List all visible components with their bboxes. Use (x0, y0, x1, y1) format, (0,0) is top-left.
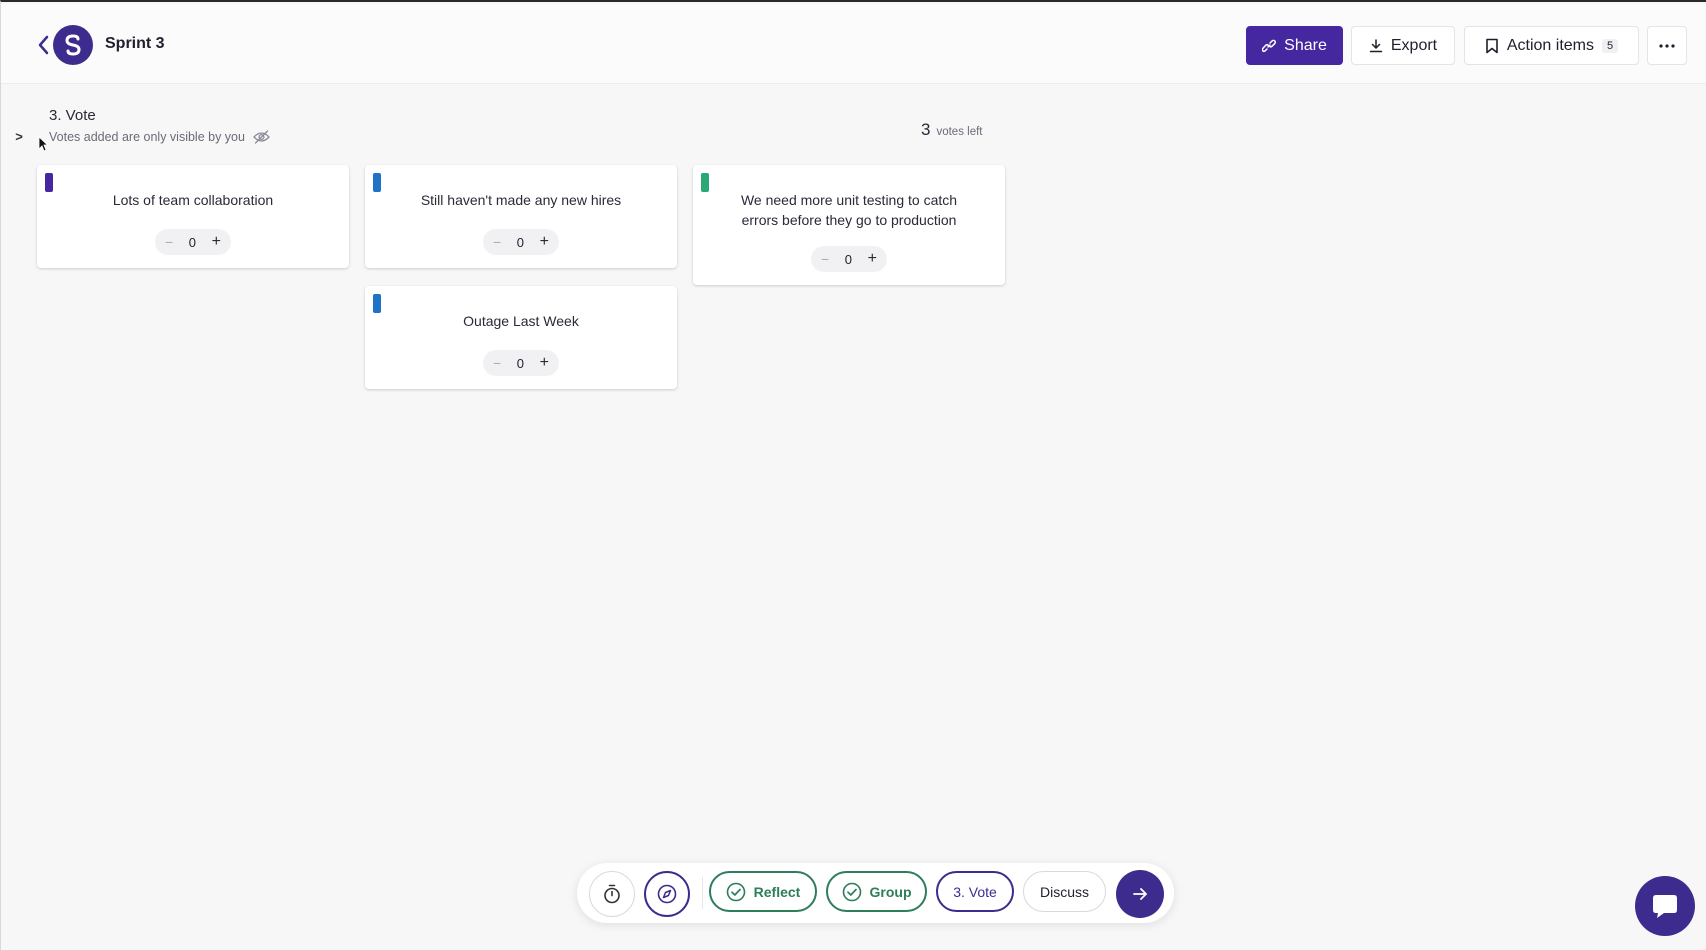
step-title: 3. Vote (49, 107, 96, 124)
share-button[interactable]: Share (1246, 26, 1343, 65)
vote-decrement-button[interactable]: − (821, 251, 829, 267)
stage-reflect-button[interactable]: Reflect (709, 871, 817, 912)
action-items-button[interactable]: Action items 5 (1464, 26, 1639, 65)
votes-left-count: 3 (921, 120, 931, 139)
board-title: Sprint 3 (105, 35, 165, 52)
action-items-count-badge: 5 (1602, 38, 1619, 53)
toolbar-divider (702, 877, 703, 909)
vote-stepper: − 0 + (483, 350, 559, 376)
mouse-cursor-icon (38, 136, 48, 152)
stage-discuss-label: Discuss (1039, 883, 1089, 900)
compass-button[interactable] (644, 871, 690, 917)
vote-increment-button[interactable]: + (540, 233, 549, 251)
card-text: Lots of team collaboration (112, 192, 274, 208)
vote-count: 0 (516, 355, 525, 371)
app-window: Sprint 3 Share Export Action items 5 > 3… (0, 0, 1706, 950)
vote-increment-button[interactable]: + (212, 233, 221, 251)
card-color-stripe (701, 173, 709, 192)
eye-off-icon (253, 130, 270, 144)
stage-group-button[interactable]: Group (826, 871, 927, 912)
vote-count: 0 (188, 234, 197, 250)
top-bar: Sprint 3 Share Export Action items 5 (1, 4, 1706, 84)
card-color-stripe (373, 294, 381, 313)
card-color-stripe (373, 173, 381, 192)
bookmark-icon (1486, 38, 1498, 53)
back-button[interactable] (33, 32, 53, 58)
vote-stepper: − 0 + (811, 246, 887, 272)
check-circle-icon (842, 882, 861, 901)
next-stage-button[interactable] (1116, 870, 1164, 918)
retro-card: Lots of team collaboration − 0 + (37, 165, 349, 268)
votes-left-indicator: 3 votes left (921, 120, 983, 140)
vote-increment-button[interactable]: + (540, 354, 549, 372)
step-subtitle: Votes added are only visible by you (49, 130, 270, 144)
export-button[interactable]: Export (1351, 26, 1455, 65)
more-horizontal-icon (1659, 43, 1675, 48)
card-color-stripe (45, 173, 53, 192)
download-icon (1369, 38, 1383, 52)
chevron-left-icon (38, 35, 49, 55)
stage-group-label: Group (869, 883, 912, 900)
card-text: Still haven't made any new hires (420, 192, 622, 208)
vote-count: 0 (516, 234, 525, 250)
sidebar-expand-toggle[interactable]: > (9, 126, 29, 146)
step-subtitle-text: Votes added are only visible by you (49, 130, 245, 144)
link-icon (1262, 39, 1277, 52)
retro-card: We need more unit testing to catch error… (693, 165, 1005, 285)
votes-left-label: votes left (936, 126, 983, 138)
app-logo[interactable] (53, 25, 93, 65)
logo-s-icon (65, 34, 81, 56)
share-label: Share (1284, 36, 1327, 54)
stage-vote-button[interactable]: 3. Vote (936, 871, 1014, 912)
stopwatch-icon (604, 884, 620, 904)
vote-count: 0 (844, 251, 853, 267)
retro-card: Still haven't made any new hires − 0 + (365, 165, 677, 268)
vote-decrement-button[interactable]: − (493, 355, 501, 371)
timer-button[interactable] (589, 871, 635, 917)
chat-bubble-icon (1653, 895, 1677, 918)
more-options-button[interactable] (1647, 26, 1687, 65)
check-circle-icon (726, 882, 745, 901)
stage-discuss-button[interactable]: Discuss (1023, 871, 1106, 912)
stage-vote-label: 3. Vote (953, 883, 997, 900)
card-text: We need more unit testing to catch error… (740, 192, 958, 228)
vote-stepper: − 0 + (155, 229, 231, 255)
vote-decrement-button[interactable]: − (165, 234, 173, 250)
chat-support-button[interactable] (1635, 876, 1695, 936)
export-label: Export (1390, 36, 1438, 54)
vote-increment-button[interactable]: + (868, 250, 877, 268)
compass-icon (657, 884, 677, 904)
stage-reflect-label: Reflect (753, 883, 801, 900)
vote-decrement-button[interactable]: − (493, 234, 501, 250)
arrow-right-icon (1133, 888, 1147, 900)
vote-stepper: − 0 + (483, 229, 559, 255)
action-items-label: Action items (1506, 36, 1594, 54)
stage-toolbar: Reflect Group 3. Vote Discuss (577, 863, 1174, 923)
card-text: Outage Last Week (463, 313, 579, 329)
retro-card: Outage Last Week − 0 + (365, 286, 677, 389)
